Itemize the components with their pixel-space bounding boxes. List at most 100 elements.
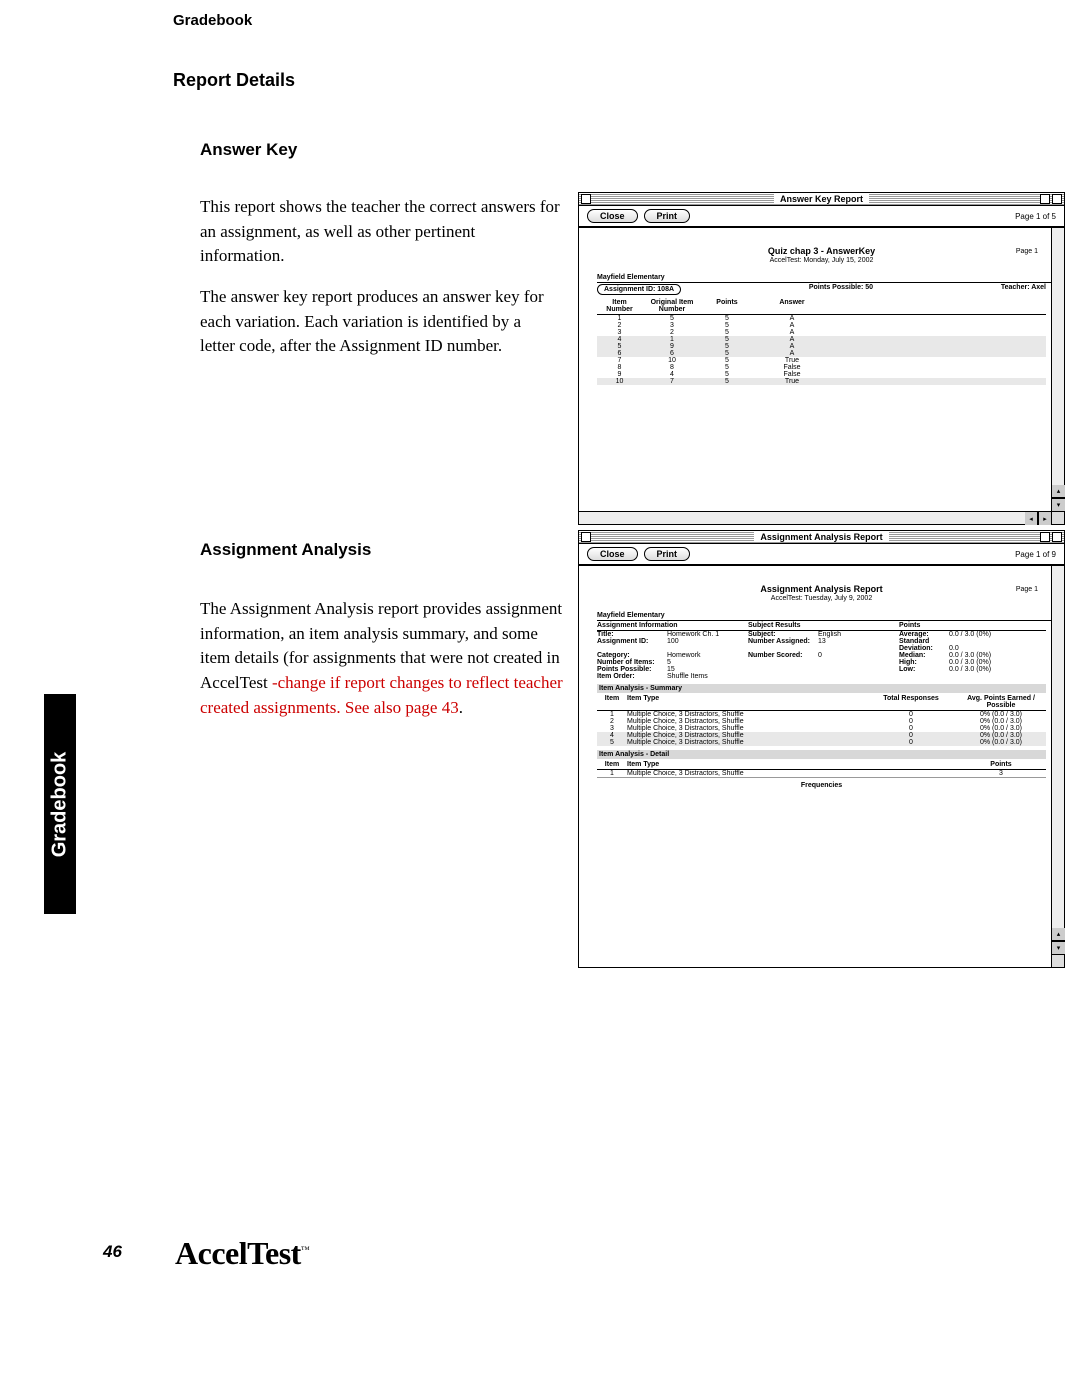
table-row: 1Multiple Choice, 3 Distractors, Shuffle… — [597, 711, 1046, 718]
report-subtitle: AccelTest: Tuesday, July 9, 2002 — [587, 595, 1056, 602]
paragraph: This report shows the teacher the correc… — [200, 195, 560, 269]
value: 5 — [667, 659, 671, 666]
cell: Multiple Choice, 3 Distractors, Shuffle — [627, 770, 956, 777]
scroll-right-icon[interactable]: ▸ — [1038, 512, 1051, 525]
horizontal-scrollbar[interactable]: ◂ ▸ — [579, 511, 1051, 524]
sidebar-tab-label: Gradebook — [49, 751, 72, 857]
col-answer: Answer — [752, 299, 832, 313]
summary-rows: 1Multiple Choice, 3 Distractors, Shuffle… — [587, 711, 1056, 746]
resize-handle-icon[interactable] — [1051, 511, 1064, 524]
label: Assignment ID: — [597, 638, 667, 645]
close-box-icon[interactable] — [581, 194, 591, 204]
scroll-down-icon[interactable]: ▾ — [1052, 941, 1065, 954]
col-item: Item — [597, 695, 627, 709]
value: 13 — [818, 638, 826, 645]
report-body: Page 1 Quiz chap 3 - AnswerKey AccelTest… — [579, 228, 1064, 509]
scroll-up-icon[interactable]: ▴ — [1052, 485, 1065, 498]
label: Median: — [899, 652, 949, 659]
table-row: 325A — [597, 329, 1046, 336]
report-page-number: Page 1 — [1016, 586, 1038, 593]
brand-logo: AccelTest™ — [175, 1235, 309, 1272]
section-item-analysis-detail: Item Analysis - Detail — [597, 750, 1046, 759]
vertical-scrollbar[interactable]: ▴ ▾ — [1051, 228, 1064, 511]
value: English — [818, 631, 841, 638]
col-avg-points: Avg. Points Earned / Possible — [956, 695, 1046, 709]
value: 0.0 — [949, 645, 959, 652]
scroll-left-icon[interactable]: ◂ — [1025, 512, 1038, 525]
label: Number Scored: — [748, 652, 818, 659]
label: Category: — [597, 652, 667, 659]
page-indicator: Page 1 of 5 — [1015, 212, 1056, 221]
window-titlebar[interactable]: Answer Key Report — [579, 193, 1064, 206]
school-name: Mayfield Elementary — [597, 274, 1056, 283]
answer-key-rows: 155A235A325A415A595A665A7105True885False… — [587, 315, 1056, 385]
col-points: Points — [956, 761, 1046, 768]
value: 100 — [667, 638, 679, 645]
section-subject-results: Subject Results — [748, 622, 895, 629]
school-name: Mayfield Elementary — [597, 612, 1056, 621]
section-title: Report Details — [173, 70, 295, 91]
zoom-box-icon[interactable] — [1040, 194, 1050, 204]
paragraph: The Assignment Analysis report provides … — [200, 597, 570, 720]
report-body: Page 1 Assignment Analysis Report AccelT… — [579, 566, 1064, 952]
close-button[interactable]: Close — [587, 209, 638, 223]
col-item: Item — [597, 761, 627, 768]
col-item-type: Item Type — [627, 695, 866, 709]
page-number: 46 — [103, 1242, 122, 1262]
label: Average: — [899, 631, 949, 638]
close-box-icon[interactable] — [581, 532, 591, 542]
value: Homework — [667, 652, 700, 659]
zoom-box-icon[interactable] — [1040, 532, 1050, 542]
trademark: ™ — [301, 1244, 309, 1254]
label: Low: — [899, 666, 949, 673]
value: 0.0 / 3.0 (0%) — [949, 652, 991, 659]
table-row: 2Multiple Choice, 3 Distractors, Shuffle… — [597, 718, 1046, 725]
window-toolbar: Close Print Page 1 of 9 — [579, 544, 1064, 566]
collapse-box-icon[interactable] — [1052, 532, 1062, 542]
window-toolbar: Close Print Page 1 of 5 — [579, 206, 1064, 228]
scroll-down-icon[interactable]: ▾ — [1052, 498, 1065, 511]
sidebar-tab: Gradebook — [44, 694, 76, 914]
table-row: 945False — [597, 371, 1046, 378]
label: Standard Deviation: — [899, 638, 949, 652]
scroll-up-icon[interactable]: ▴ — [1052, 928, 1065, 941]
value: 0.0 / 3.0 (0%) — [949, 659, 991, 666]
report-page-number: Page 1 — [1016, 248, 1038, 255]
cell: 1 — [597, 770, 627, 777]
report-title: Quiz chap 3 - AnswerKey — [587, 246, 1056, 256]
assignment-analysis-window: Assignment Analysis Report Close Print P… — [578, 530, 1065, 968]
frequencies-label: Frequencies — [597, 782, 1046, 789]
table-row: 155A — [597, 315, 1046, 322]
table-row: 7105True — [597, 357, 1046, 364]
window-titlebar[interactable]: Assignment Analysis Report — [579, 531, 1064, 544]
report-subtitle: AccelTest: Monday, July 15, 2002 — [587, 257, 1056, 264]
table-row: 5Multiple Choice, 3 Distractors, Shuffle… — [597, 739, 1046, 746]
label: Number of Items: — [597, 659, 667, 666]
vertical-scrollbar[interactable]: ▴ ▾ — [1051, 566, 1064, 954]
section-points: Points — [899, 622, 1046, 629]
cell: 3 — [956, 770, 1046, 777]
detail-row: 1 Multiple Choice, 3 Distractors, Shuffl… — [597, 770, 1046, 778]
table-row: 595A — [597, 343, 1046, 350]
print-button[interactable]: Print — [644, 209, 691, 223]
resize-handle-icon[interactable] — [1051, 954, 1064, 967]
section-assignment-info: Assignment Information — [597, 622, 744, 629]
value: 0.0 / 3.0 (0%) — [949, 631, 991, 638]
col-original-item: Original Item Number — [642, 299, 702, 313]
detail-table-header: Item Item Type Points — [597, 761, 1046, 770]
table-row: 885False — [597, 364, 1046, 371]
close-button[interactable]: Close — [587, 547, 638, 561]
answer-key-report-window: Answer Key Report Close Print Page 1 of … — [578, 192, 1065, 525]
report-title: Assignment Analysis Report — [587, 584, 1056, 594]
section-item-analysis-summary: Item Analysis - Summary — [597, 684, 1046, 693]
label: Subject: — [748, 631, 818, 638]
value: 0.0 / 3.0 (0%) — [949, 666, 991, 673]
col-item-type: Item Type — [627, 761, 956, 768]
col-points: Points — [702, 299, 752, 313]
window-title: Assignment Analysis Report — [754, 532, 888, 542]
collapse-box-icon[interactable] — [1052, 194, 1062, 204]
table-row: 665A — [597, 350, 1046, 357]
answer-key-table-header: Item Number Original Item Number Points … — [597, 299, 1046, 315]
label: Number Assigned: — [748, 638, 818, 645]
print-button[interactable]: Print — [644, 547, 691, 561]
